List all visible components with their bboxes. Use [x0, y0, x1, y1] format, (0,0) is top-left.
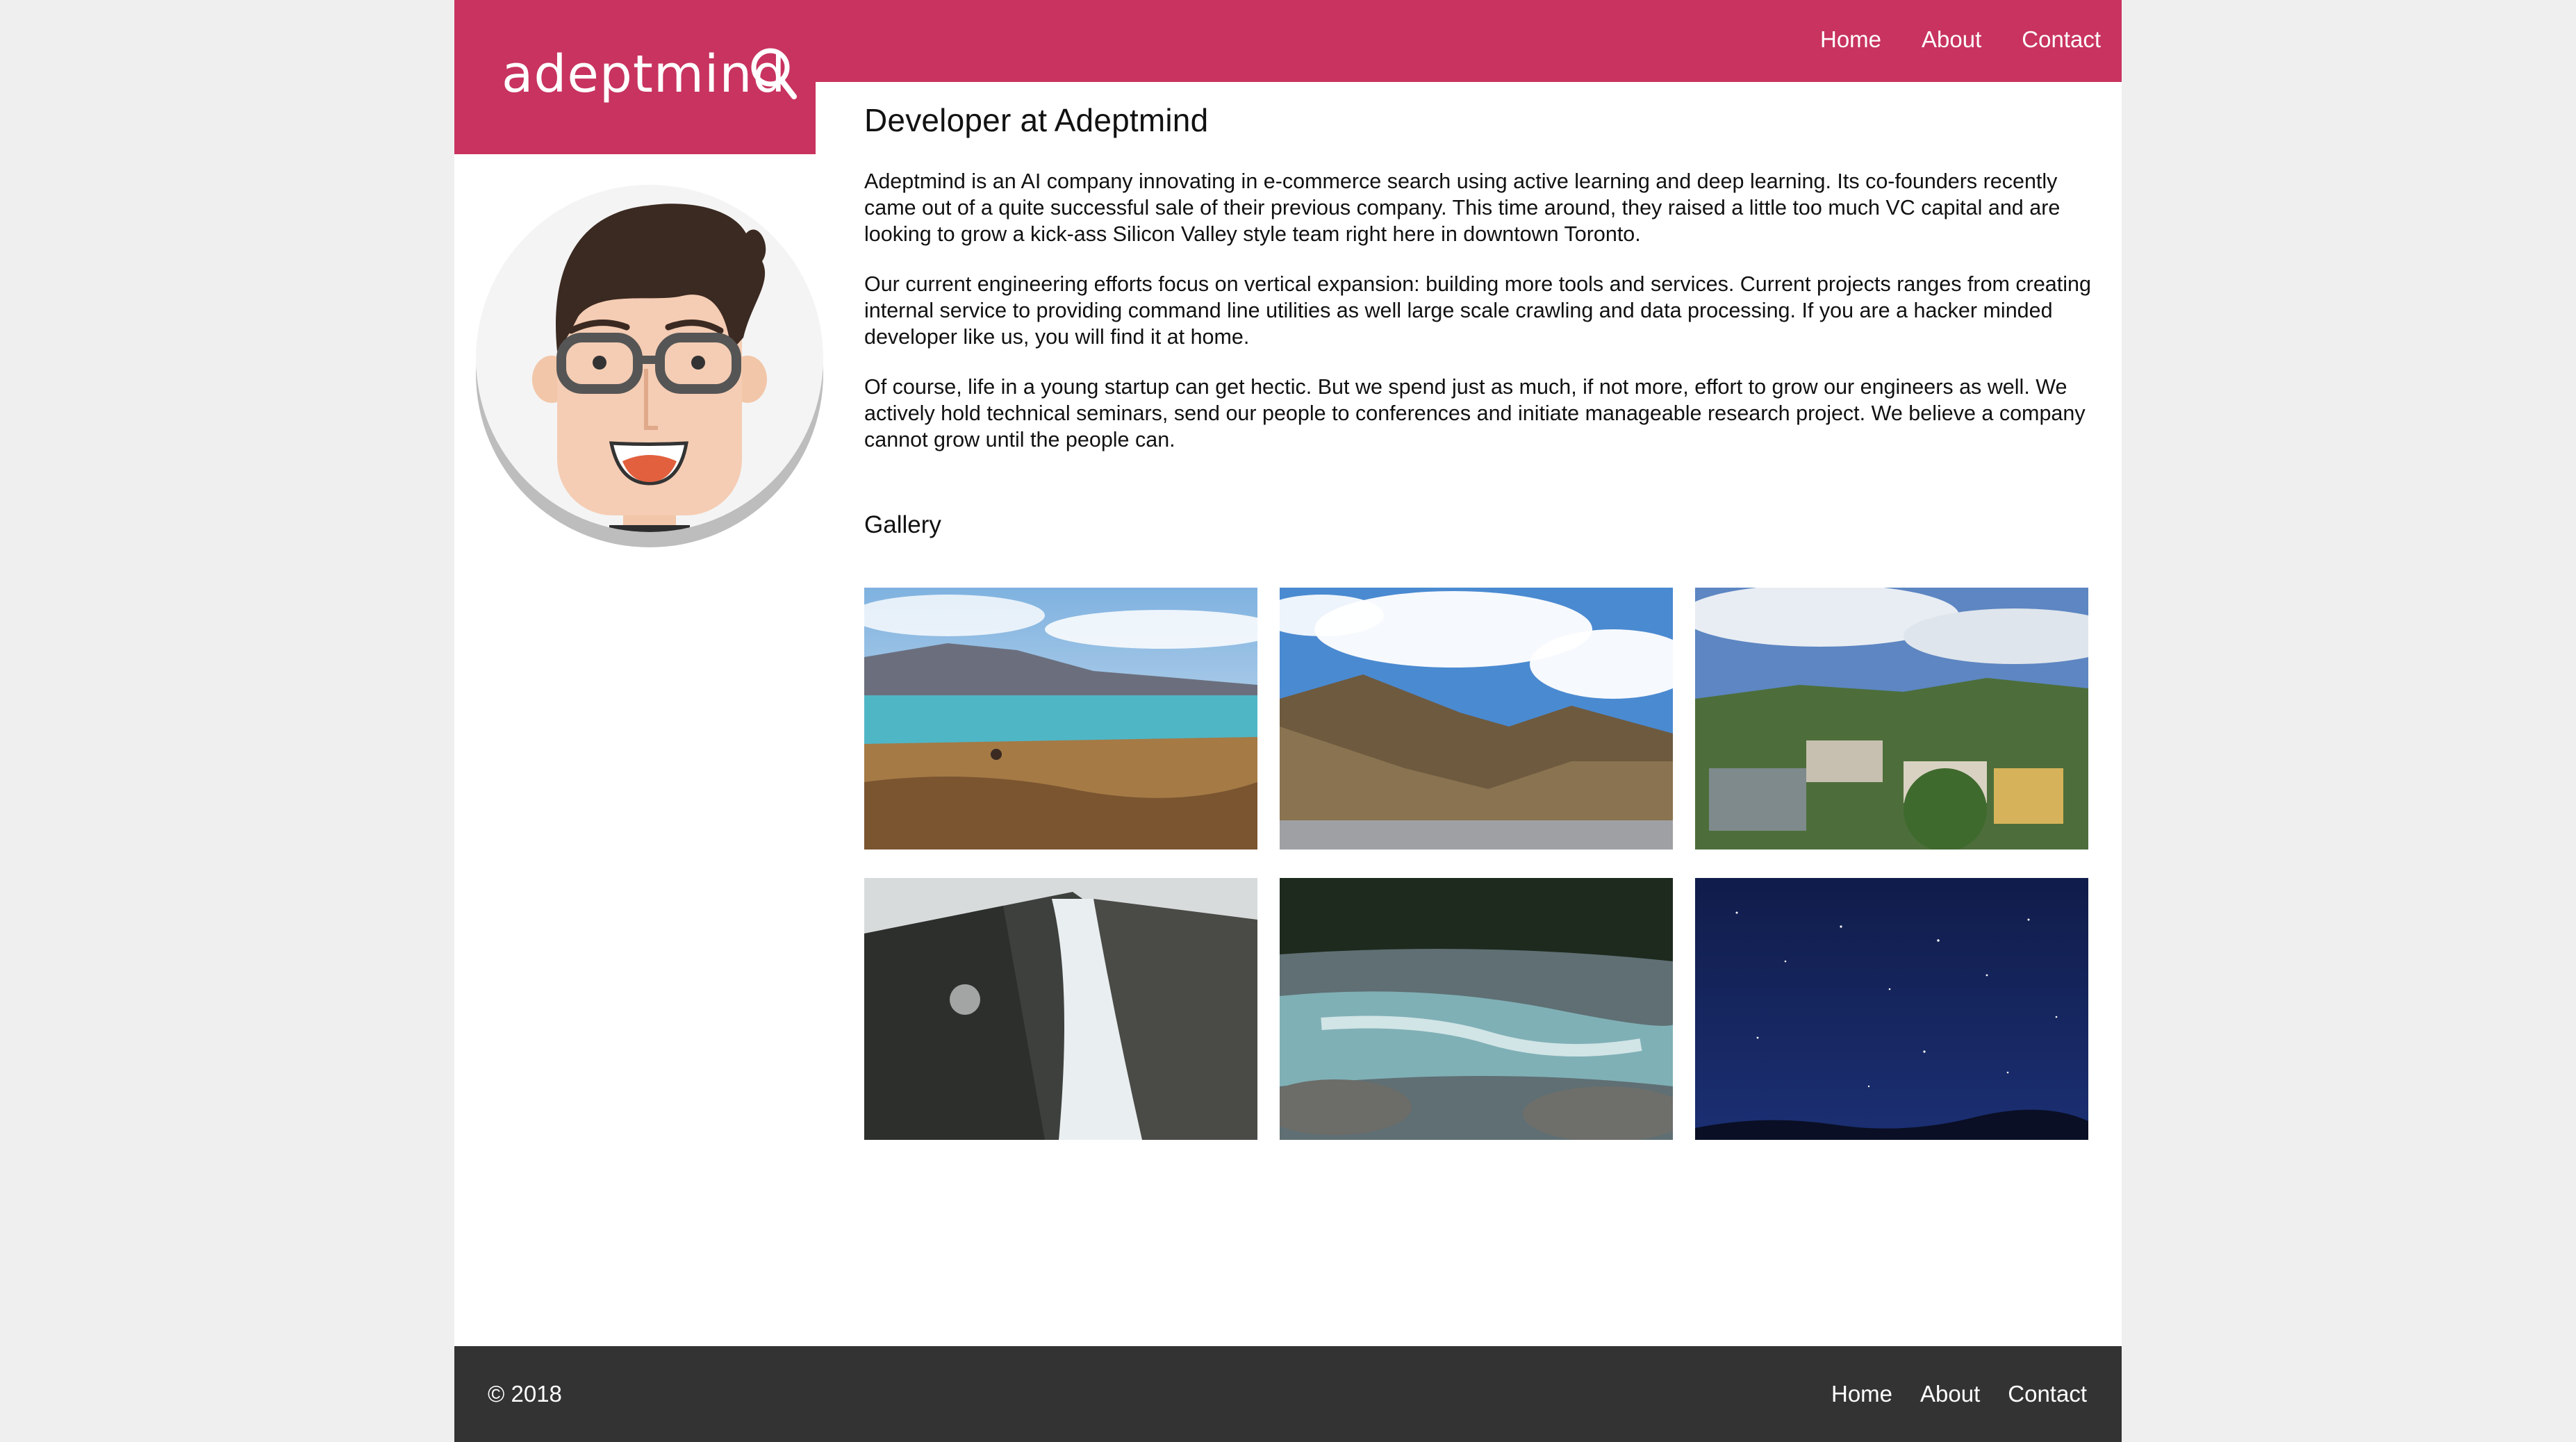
footer: © 2018 Home About Contact: [454, 1346, 2122, 1442]
gallery-photo-waterfall[interactable]: [864, 878, 1257, 1140]
gallery-photo-town[interactable]: [1695, 588, 2088, 850]
engineering-paragraph: Our current engineering efforts focus on…: [864, 272, 2091, 349]
river-rapids-photo: [1280, 878, 1673, 1140]
page-title: Developer at Adeptmind: [864, 102, 1209, 138]
header-nav: Home About Contact: [1820, 26, 2101, 53]
footer-contact-link[interactable]: Contact: [2008, 1381, 2087, 1407]
main-content: Developer at Adeptmind Adeptmind is an A…: [864, 101, 2094, 539]
footer-nav: Home About Contact: [1831, 1381, 2087, 1407]
mountain-valley-photo: [1280, 588, 1673, 850]
page: Home About Contact adeptmind Developer a…: [454, 0, 2122, 1442]
brand-block[interactable]: adeptmind: [454, 0, 816, 154]
lake-landscape-photo: [864, 588, 1257, 850]
footer-home-link[interactable]: Home: [1831, 1381, 1892, 1407]
nav-about-link[interactable]: About: [1922, 26, 1981, 53]
gallery-photo-valley[interactable]: [1280, 588, 1673, 850]
magnifier-icon: [751, 48, 797, 99]
culture-paragraph: Of course, life in a young startup can g…: [864, 375, 2086, 451]
night-sky-photo: [1695, 878, 2088, 1140]
gallery-photo-river[interactable]: [1280, 878, 1673, 1140]
nav-home-link[interactable]: Home: [1820, 26, 1881, 53]
logo-text: adeptmind: [502, 44, 786, 104]
waterfall-photo: [864, 878, 1257, 1140]
hillside-town-photo: [1695, 588, 2088, 850]
gallery-photo-night-sky[interactable]: [1695, 878, 2088, 1140]
gallery-grid: [864, 588, 2088, 1140]
intro-paragraph: Adeptmind is an AI company innovating in…: [864, 169, 2061, 246]
footer-about-link[interactable]: About: [1920, 1381, 1980, 1407]
avatar: [476, 185, 823, 547]
nav-contact-link[interactable]: Contact: [2022, 26, 2101, 53]
gallery-photo-lake[interactable]: [864, 588, 1257, 850]
copyright-text: © 2018: [488, 1381, 562, 1407]
gallery-heading: Gallery: [864, 511, 941, 538]
